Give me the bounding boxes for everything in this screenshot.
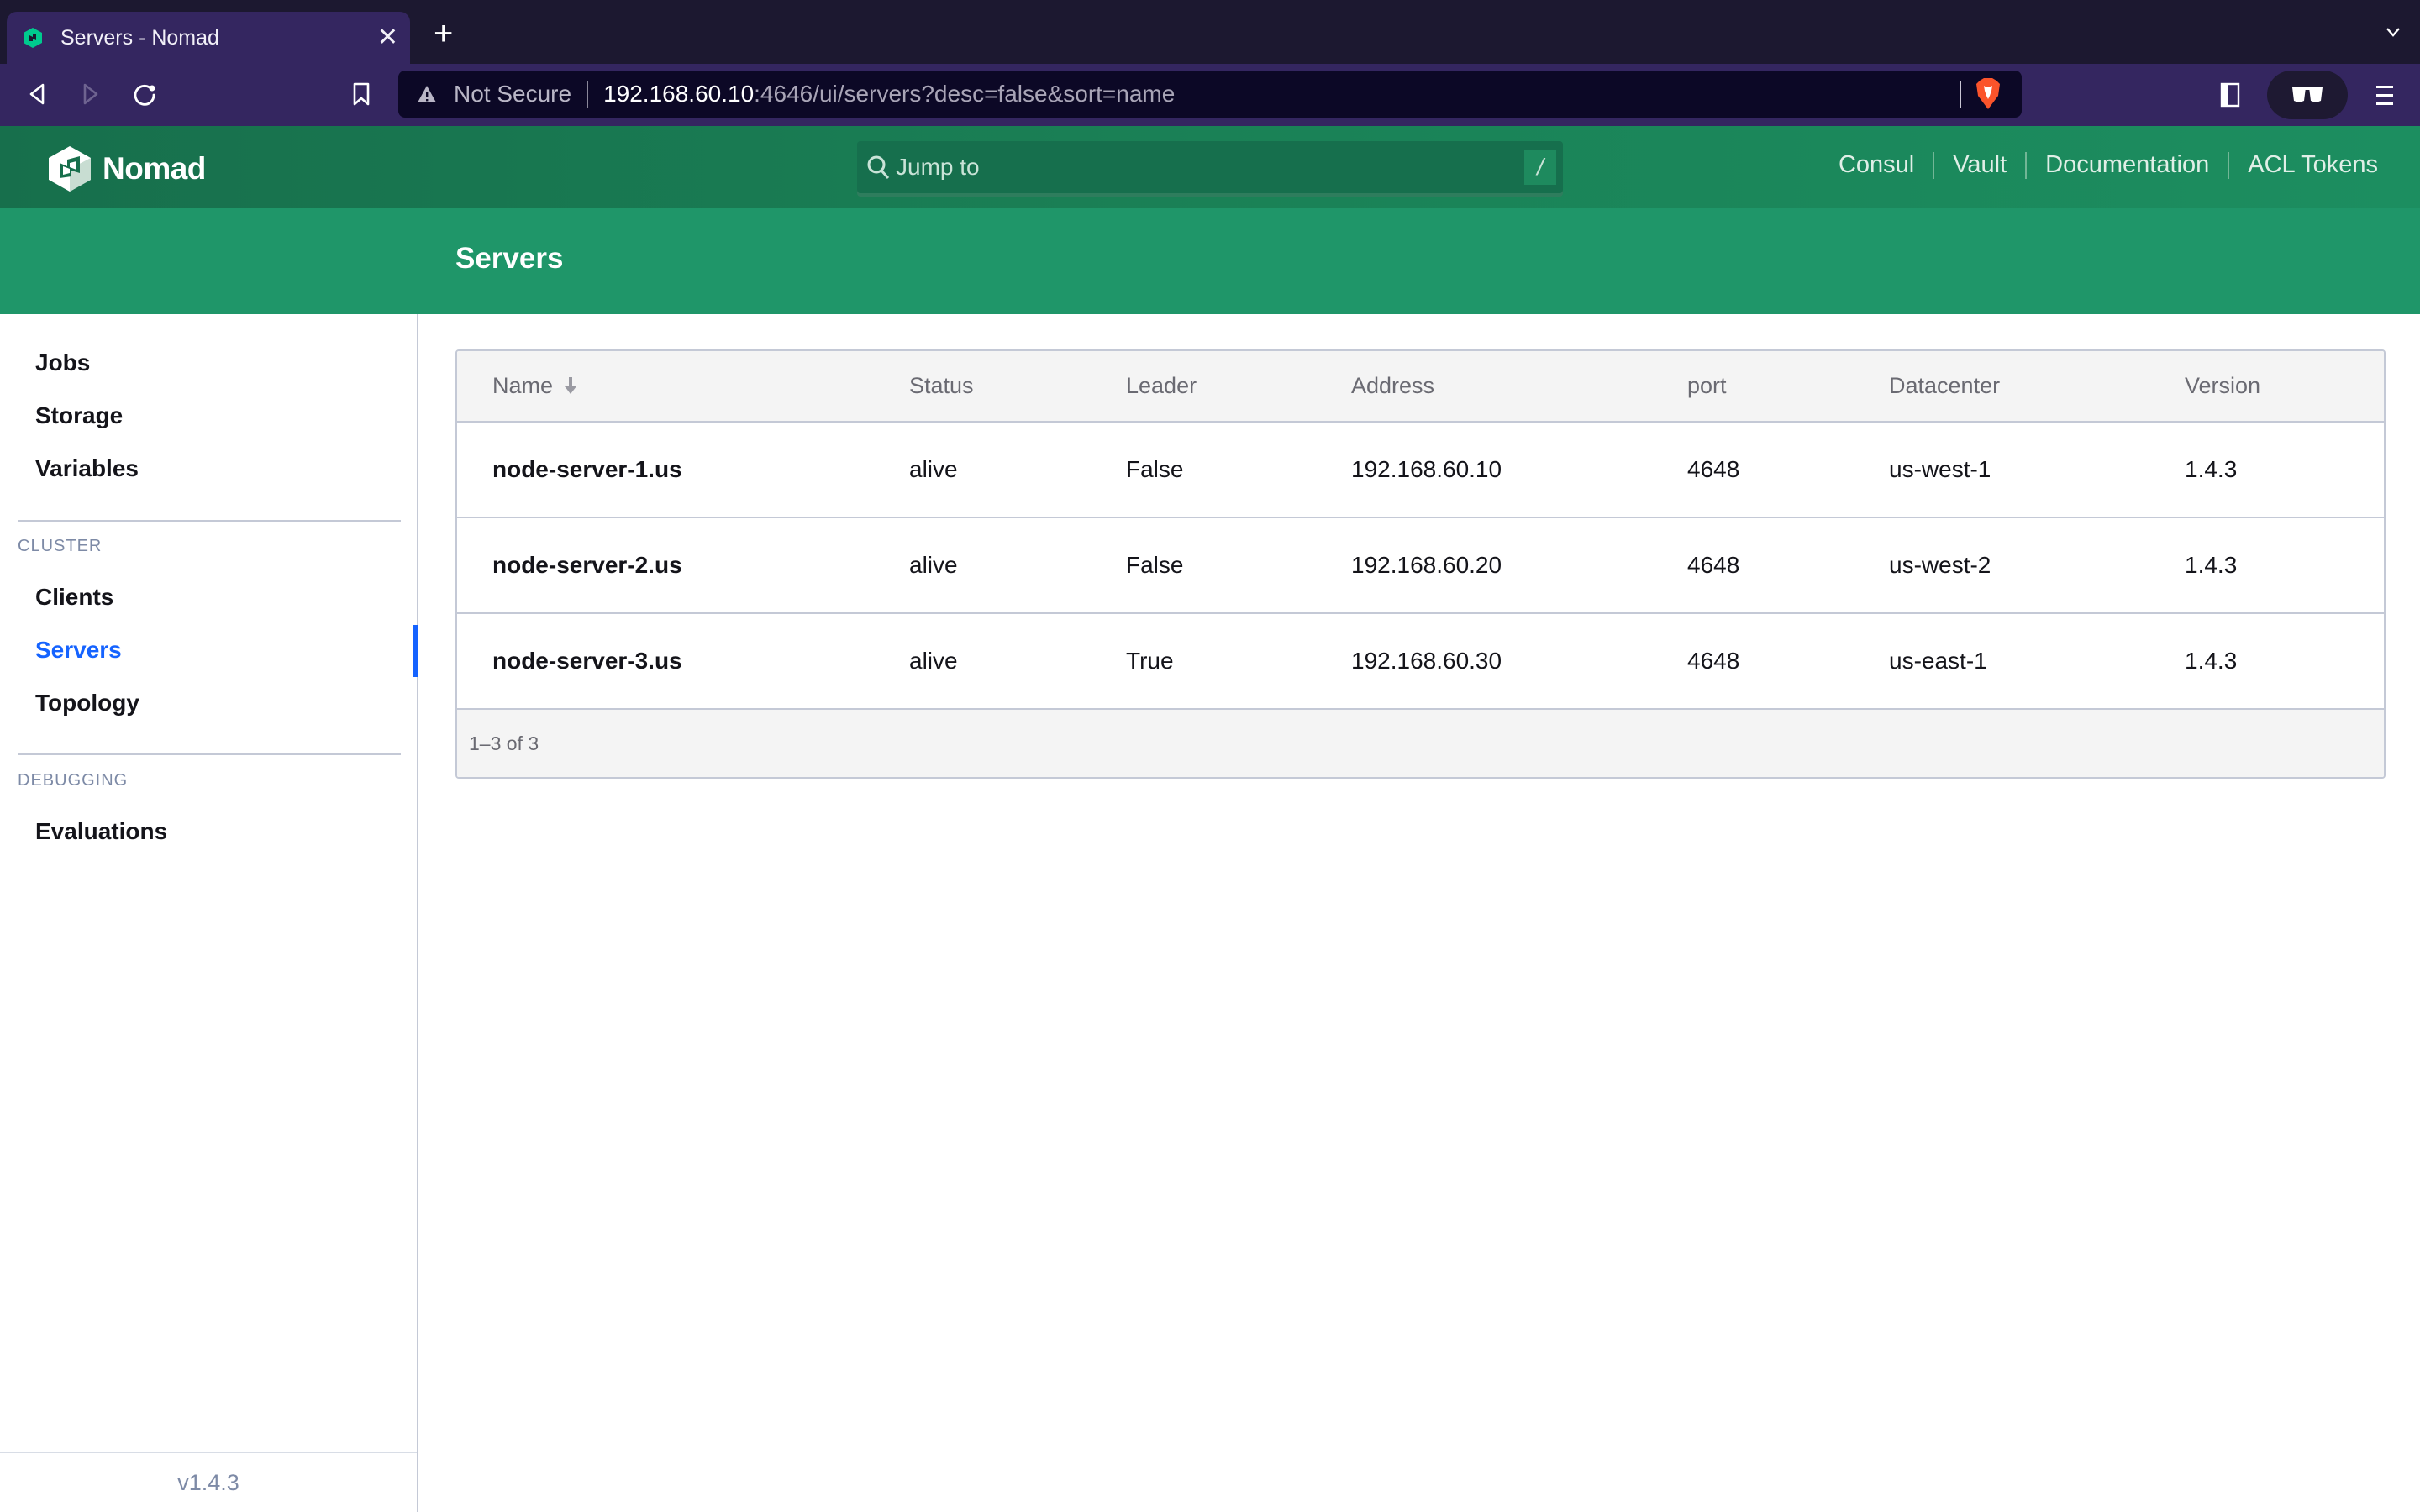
table-row[interactable]: node-server-2.us alive False 192.168.60.… — [457, 517, 2384, 613]
app-name: Nomad — [103, 151, 206, 186]
server-address: 192.168.60.20 — [1351, 552, 1502, 578]
column-header-version[interactable]: Version — [2149, 351, 2384, 422]
table-row[interactable]: node-server-3.us alive True 192.168.60.3… — [457, 613, 2384, 709]
browser-tab-bar: Servers - Nomad ✕ + — [0, 0, 2420, 64]
jump-to-search[interactable]: Jump to / — [857, 141, 1563, 193]
warning-icon — [418, 86, 436, 102]
sidebar-section-cluster: CLUSTER — [18, 537, 103, 555]
search-icon — [867, 155, 890, 179]
glasses-icon — [2292, 87, 2323, 102]
server-name[interactable]: node-server-2.us — [457, 517, 874, 613]
server-status: alive — [909, 552, 958, 578]
sidebar-divider — [18, 520, 401, 522]
servers-table: Name Status Leader Address port Datacent… — [455, 349, 2386, 779]
server-datacenter: us-east-1 — [1889, 648, 1987, 674]
server-version: 1.4.3 — [2185, 456, 2238, 482]
menu-icon[interactable] — [2375, 81, 2395, 111]
browser-toolbar: Not Secure 192.168.60.10 :4646/ui/server… — [0, 64, 2420, 126]
server-name[interactable]: node-server-1.us — [457, 422, 874, 517]
documentation-link[interactable]: Documentation — [2045, 151, 2209, 179]
server-status: alive — [909, 456, 958, 482]
column-header-port[interactable]: port — [1652, 351, 1854, 422]
acl-tokens-link[interactable]: ACL Tokens — [2248, 151, 2378, 179]
server-datacenter: us-west-2 — [1889, 552, 1991, 578]
column-header-name[interactable]: Name — [457, 351, 874, 422]
url-divider-right — [1960, 81, 1961, 108]
nomad-logo-icon — [49, 146, 91, 192]
active-indicator — [413, 625, 418, 677]
url-divider — [587, 81, 589, 108]
column-header-leader[interactable]: Leader — [1091, 351, 1316, 422]
link-divider — [2025, 151, 2028, 179]
link-divider — [2228, 151, 2230, 179]
server-port: 4648 — [1687, 648, 1740, 674]
server-leader: False — [1126, 456, 1184, 482]
column-header-address[interactable]: Address — [1316, 351, 1652, 422]
sidebar-item-topology[interactable]: Topology — [35, 690, 139, 717]
brave-shields-icon[interactable] — [1975, 77, 2002, 111]
page-title: Servers — [455, 242, 564, 275]
bookmark-icon[interactable] — [346, 79, 376, 109]
version-label: v1.4.3 — [0, 1452, 417, 1512]
server-version: 1.4.3 — [2185, 552, 2238, 578]
security-indicator[interactable]: Not Secure — [454, 81, 571, 108]
server-address: 192.168.60.30 — [1351, 648, 1502, 674]
sidebar-item-variables[interactable]: Variables — [35, 455, 139, 482]
server-version: 1.4.3 — [2185, 648, 2238, 674]
search-shortcut-badge: / — [1524, 150, 1556, 185]
server-status: alive — [909, 648, 958, 674]
server-leader: False — [1126, 552, 1184, 578]
url-path: :4646/ui/servers?desc=false&sort=name — [754, 81, 1176, 107]
browser-tab[interactable]: Servers - Nomad ✕ — [7, 12, 410, 64]
address-bar[interactable]: Not Secure 192.168.60.10 :4646/ui/server… — [398, 71, 2022, 118]
url-host: 192.168.60.10 — [603, 81, 755, 107]
link-divider — [1933, 151, 1935, 179]
sidebar-item-storage[interactable]: Storage — [35, 402, 123, 429]
search-placeholder: Jump to — [896, 154, 980, 180]
tab-close-icon[interactable]: ✕ — [377, 25, 398, 50]
server-name[interactable]: node-server-3.us — [457, 613, 874, 709]
server-address: 192.168.60.10 — [1351, 456, 1502, 482]
new-tab-button[interactable]: + — [434, 17, 453, 50]
vault-link[interactable]: Vault — [1953, 151, 2007, 179]
table-header-row: Name Status Leader Address port Datacent… — [457, 351, 2384, 422]
back-icon[interactable] — [22, 79, 52, 109]
sidebar: Jobs Storage Variables CLUSTER Clients S… — [0, 314, 418, 1512]
nomad-logo[interactable]: Nomad — [49, 146, 206, 192]
sidebar-divider — [18, 753, 401, 755]
sidebar-toggle-icon[interactable] — [2218, 81, 2244, 109]
sort-down-icon — [565, 377, 577, 394]
private-window-button[interactable] — [2267, 71, 2348, 119]
server-port: 4648 — [1687, 552, 1740, 578]
chevron-down-icon[interactable] — [2385, 24, 2402, 40]
pagination-info: 1–3 of 3 — [457, 710, 2384, 777]
sidebar-item-servers[interactable]: Servers — [35, 637, 122, 664]
nomad-favicon-icon — [24, 28, 42, 48]
sidebar-section-debugging: DEBUGGING — [18, 771, 129, 790]
header-links: Consul Vault Documentation ACL Tokens — [1839, 151, 2378, 179]
server-datacenter: us-west-1 — [1889, 456, 1991, 482]
app-header: Nomad Jump to / Consul Vault Documentati… — [0, 126, 2420, 208]
server-port: 4648 — [1687, 456, 1740, 482]
page-header: Servers — [0, 208, 2420, 314]
sidebar-item-jobs[interactable]: Jobs — [35, 349, 90, 376]
forward-icon[interactable] — [76, 79, 106, 109]
column-header-status[interactable]: Status — [874, 351, 1091, 422]
reload-icon[interactable] — [129, 79, 160, 109]
column-label: Name — [492, 373, 554, 398]
table-row[interactable]: node-server-1.us alive False 192.168.60.… — [457, 422, 2384, 517]
tab-title: Servers - Nomad — [60, 25, 219, 50]
sidebar-item-clients[interactable]: Clients — [35, 584, 113, 611]
server-leader: True — [1126, 648, 1174, 674]
consul-link[interactable]: Consul — [1839, 151, 1914, 179]
column-header-datacenter[interactable]: Datacenter — [1854, 351, 2149, 422]
sidebar-item-evaluations[interactable]: Evaluations — [35, 818, 167, 845]
